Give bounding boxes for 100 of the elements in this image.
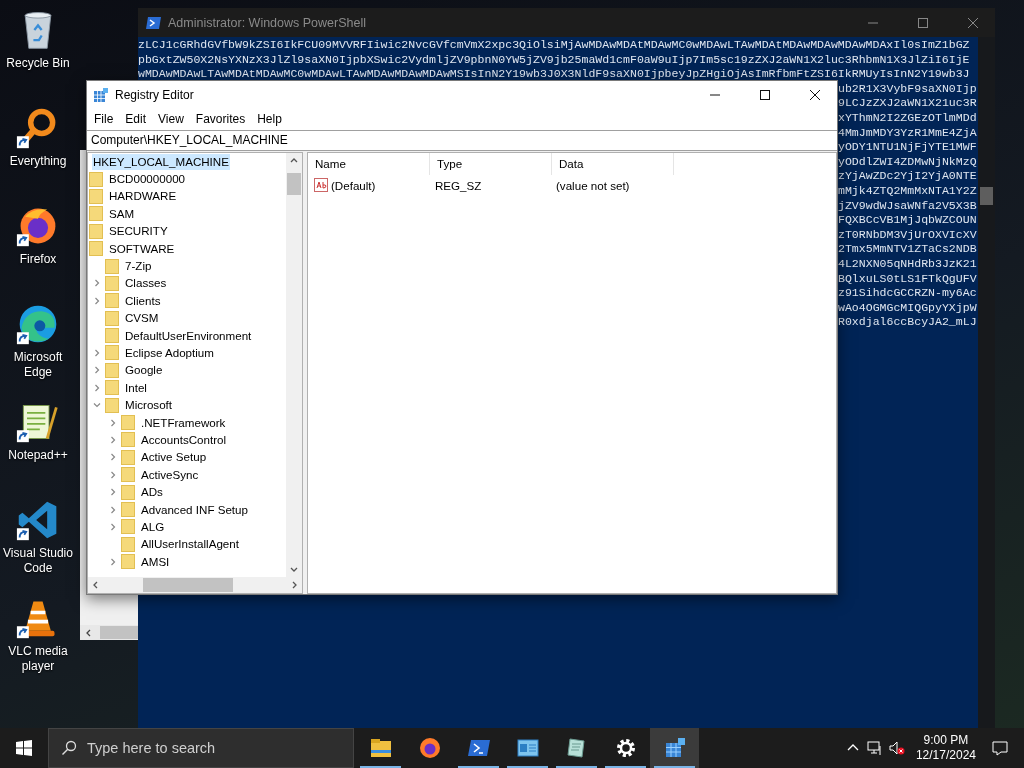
- value-data: (value not set): [555, 178, 631, 192]
- search-field[interactable]: Type here to search: [48, 728, 354, 768]
- tree-item[interactable]: AMSI: [140, 553, 171, 570]
- folder-icon: [121, 432, 135, 448]
- chevron-right-icon[interactable]: [92, 278, 102, 289]
- tree-item[interactable]: ALG: [140, 518, 166, 535]
- console-line: BQlxuLS0tLS1FTkQgUFV: [838, 271, 978, 287]
- chevron-right-icon[interactable]: [108, 469, 118, 480]
- tree-item[interactable]: CVSM: [124, 310, 160, 327]
- tree-item[interactable]: Clients: [124, 292, 162, 309]
- folder-icon: [121, 467, 135, 483]
- folder-icon: [105, 328, 119, 344]
- string-value-icon: [314, 178, 328, 192]
- scrollbar[interactable]: [286, 153, 302, 577]
- scrollbar[interactable]: [88, 577, 302, 593]
- folder-icon: [89, 188, 103, 204]
- folder-icon: [105, 345, 119, 361]
- tree-item[interactable]: AllUserInstallAgent: [140, 536, 240, 553]
- scrollbar-thumb[interactable]: [980, 187, 993, 205]
- menu-item[interactable]: File: [88, 112, 120, 126]
- address-field[interactable]: Computer\HKEY_LOCAL_MACHINE: [87, 130, 837, 151]
- tree-item[interactable]: HKEY_LOCAL_MACHINE: [92, 153, 230, 170]
- chevron-right-icon[interactable]: [92, 348, 102, 358]
- start-icon[interactable]: [16, 740, 32, 756]
- scrollbar[interactable]: [978, 37, 995, 728]
- window-title: Registry Editor: [115, 87, 194, 102]
- folder-icon: [105, 397, 119, 413]
- chevron-right-icon[interactable]: [108, 487, 118, 498]
- notifications-icon[interactable]: [992, 740, 1008, 756]
- desktop-icon-label: Everything: [9, 154, 67, 169]
- console-line: xYThmN2I2ZGEzOTlmMDd: [838, 110, 978, 126]
- column-header[interactable]: Data: [552, 153, 674, 175]
- column-header[interactable]: Name: [308, 153, 430, 175]
- folder-icon: [368, 736, 393, 760]
- tree-item[interactable]: SAM: [108, 205, 136, 222]
- menu-item[interactable]: Help: [251, 112, 288, 126]
- chevron-right-icon[interactable]: [108, 521, 118, 532]
- tree-item[interactable]: HARDWARE: [108, 188, 178, 205]
- folder-icon: [121, 554, 135, 570]
- tree-item[interactable]: DefaultUserEnvironment: [124, 327, 253, 344]
- tree-item[interactable]: Intel: [124, 379, 148, 396]
- folder-icon: [121, 449, 135, 465]
- chevron-right-icon[interactable]: [108, 556, 118, 567]
- speaker-muted-icon[interactable]: [888, 740, 905, 756]
- console-line: ub2R1X3VybF9saXN0Ijp: [838, 81, 978, 97]
- scrollbar-thumb[interactable]: [100, 626, 138, 639]
- tree-item[interactable]: SOFTWARE: [108, 240, 176, 257]
- folder-icon: [89, 223, 103, 239]
- tree-item[interactable]: AccountsControl: [140, 431, 228, 448]
- tree-item[interactable]: Google: [124, 362, 164, 379]
- scrollbar-thumb[interactable]: [143, 578, 233, 592]
- menu-item[interactable]: Edit: [119, 112, 153, 126]
- clock-time[interactable]: 9:00 PM: [923, 733, 969, 748]
- chevron-right-icon[interactable]: [108, 417, 118, 428]
- chevron-right-icon[interactable]: [92, 295, 102, 306]
- console-line: jZV9wdWJsaWNfa2V5X3B: [838, 198, 978, 214]
- folder-icon: [121, 502, 135, 517]
- close-icon[interactable]: [810, 89, 820, 100]
- folder-icon: [105, 380, 119, 396]
- scrollbar[interactable]: [80, 625, 138, 640]
- tree-item[interactable]: Active Setup: [140, 449, 208, 466]
- tree-item[interactable]: Eclipse Adoptium: [124, 345, 215, 361]
- tree-item[interactable]: .NETFramework: [140, 414, 227, 431]
- maximize-icon[interactable]: [760, 89, 770, 100]
- network-icon[interactable]: [866, 740, 883, 756]
- chevron-right-icon[interactable]: [92, 382, 102, 393]
- console-line: yODdlZWI4ZDMwNjNkMzQ: [838, 154, 978, 170]
- tree-item[interactable]: 7-Zip: [124, 258, 153, 275]
- folder-icon: [105, 275, 119, 291]
- tree-item[interactable]: Classes: [124, 275, 168, 292]
- chevron-right-icon[interactable]: [92, 365, 102, 376]
- console-line: pbGxtZW50X2NsYXNzX3JlZl9saXN0IjpbXSwic2VydmljZV9pbnN0YW5jZV9jb25maWd1cmF0aW9uIjp7Im5sc19zZXJ2aWN1X2luc3RhbmN1X3JlZiI6IjE: [138, 52, 971, 68]
- tree-item[interactable]: SECURITY: [108, 223, 169, 240]
- tree-item[interactable]: Advanced INF Setup: [140, 501, 249, 518]
- desktop-icon-label: Firefox: [19, 252, 57, 267]
- chevron-right-icon[interactable]: [108, 434, 118, 445]
- tree-item[interactable]: ADs: [140, 484, 164, 501]
- console-line: yODY1NTU1NjFjYTE1MWF: [838, 140, 978, 155]
- chevron-right-icon[interactable]: [108, 452, 118, 463]
- folder-icon: [105, 258, 119, 274]
- console-line: zYjAwZDc2YjI2YjA0NTE: [838, 169, 978, 184]
- tree-item[interactable]: BCD00000000: [108, 171, 187, 188]
- value-name[interactable]: (Default): [331, 178, 376, 192]
- tree-item[interactable]: Microsoft: [124, 397, 174, 414]
- column-header[interactable]: Type: [430, 153, 552, 175]
- window-title: Administrator: Windows PowerShell: [168, 15, 366, 30]
- search-icon: [61, 740, 77, 756]
- folder-icon: [89, 206, 103, 222]
- console-line: 2Tmx5MmNTV1ZTaCs2NDB: [838, 242, 978, 257]
- menu-item[interactable]: Favorites: [189, 112, 252, 126]
- clock-date[interactable]: 12/17/2024: [915, 748, 976, 763]
- registry-icon: [93, 86, 109, 103]
- chevron-right-icon[interactable]: [108, 504, 118, 515]
- folder-icon: [121, 536, 135, 552]
- tree-item[interactable]: ActiveSync: [140, 466, 200, 483]
- console-line: zT0RNbDM3VjUrOXVIcXV: [838, 227, 978, 243]
- scrollbar-thumb[interactable]: [287, 173, 301, 195]
- folder-icon: [89, 241, 103, 257]
- console-line: 9LCJzZXJ2aWN1X21uc3R: [838, 96, 978, 111]
- menu-item[interactable]: View: [152, 112, 190, 126]
